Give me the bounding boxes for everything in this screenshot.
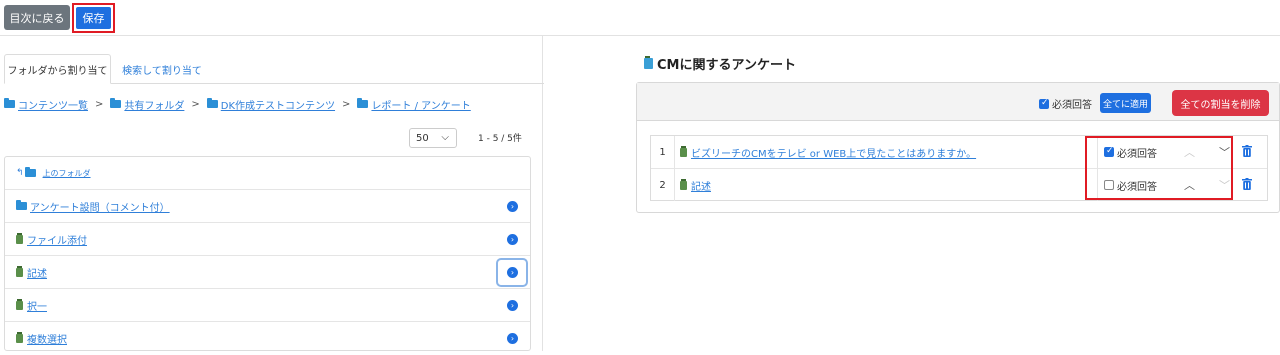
back-to-contents-button[interactable]: 目次に戻る [4, 5, 70, 30]
list-item-link[interactable]: 記述 [27, 265, 47, 280]
clipboard-icon [680, 145, 687, 157]
list-item: 択一 › [5, 289, 530, 322]
save-highlight: 保存 [72, 3, 115, 33]
clipboard-icon [16, 232, 23, 244]
up-folder-row[interactable]: ↰ 上のフォルダ [5, 157, 530, 190]
folder-icon [16, 200, 27, 210]
tab-assign-by-search[interactable]: 検索して割り当て [112, 54, 212, 84]
up-folder-link[interactable]: 上のフォルダ [43, 168, 91, 179]
assign-tabs: フォルダから割り当て 検索して割り当て [4, 54, 544, 84]
list-item: 複数選択 › [5, 322, 530, 355]
page-title: CMに関するアンケート [644, 54, 796, 73]
question-text: ビズリーチのCMをテレビ or WEB上で見たことはありますか。 [680, 136, 976, 168]
clipboard-icon [16, 265, 23, 277]
apply-all-button[interactable]: 全てに適用 [1100, 93, 1151, 113]
save-button[interactable]: 保存 [76, 7, 111, 29]
list-item: ファイル添付 › [5, 223, 530, 256]
clipboard-icon [680, 178, 687, 190]
trash-icon[interactable] [1242, 178, 1252, 190]
assign-panel: フォルダから割り当て 検索して割り当て コンテンツ一覧 > 共有フォルダ > D… [0, 36, 544, 351]
delete-all-assignments-button[interactable]: 全ての割当を削除 [1172, 90, 1269, 116]
folder-icon [206, 98, 218, 108]
list-item-link[interactable]: ファイル添付 [27, 232, 87, 247]
breadcrumb-report-survey[interactable]: レポート / アンケート [357, 97, 471, 112]
required-controls-highlight [1085, 136, 1233, 200]
breadcrumb: コンテンツ一覧 > 共有フォルダ > DK作成テストコンテンツ > レポート /… [4, 96, 471, 112]
card-header: 必須回答 全てに適用 全ての割当を削除 [637, 83, 1279, 121]
clipboard-icon [644, 56, 653, 69]
clipboard-icon [16, 332, 23, 343]
arrow-right-circle-icon[interactable]: › [507, 234, 518, 245]
up-arrow-icon: ↰ [16, 168, 24, 178]
breadcrumb-separator: > [342, 98, 351, 110]
breadcrumb-separator: > [191, 98, 200, 110]
folder-icon [110, 98, 122, 108]
breadcrumb-separator: > [95, 98, 104, 110]
list-item: アンケート設問（コメント付） › [5, 190, 530, 223]
question-text: 記述 [680, 169, 711, 201]
question-link[interactable]: ビズリーチのCMをテレビ or WEB上で見たことはありますか。 [691, 145, 976, 160]
arrow-right-circle-icon[interactable]: › [507, 267, 518, 278]
chevron-down-icon: ⌵ [441, 132, 449, 143]
breadcrumb-shared-folder[interactable]: 共有フォルダ [110, 97, 184, 112]
required-all-checkbox[interactable]: 必須回答 [1039, 96, 1092, 111]
folder-icon [24, 167, 36, 177]
breadcrumb-contents[interactable]: コンテンツ一覧 [4, 97, 88, 112]
per-page-select[interactable]: 50 ⌵ [409, 128, 457, 148]
arrow-right-circle-icon[interactable]: › [507, 333, 518, 344]
result-count: 1 - 5 / 5件 [478, 134, 522, 144]
question-link[interactable]: 記述 [691, 178, 711, 193]
checkbox-checked-icon [1039, 98, 1049, 109]
list-item-link[interactable]: 複数選択 [27, 331, 67, 346]
list-item-link[interactable]: アンケート設問（コメント付） [30, 199, 170, 214]
folder-icon [4, 98, 15, 108]
question-number: 1 [651, 136, 675, 168]
arrow-right-circle-icon[interactable]: › [507, 300, 518, 311]
folder-icon [357, 98, 369, 108]
list-item-link[interactable]: 択一 [27, 298, 47, 313]
required-label: 必須回答 [1052, 100, 1092, 111]
page-title-text: CMに関するアンケート [657, 58, 796, 73]
arrow-right-circle-icon[interactable]: › [507, 201, 518, 212]
content-list: ↰ 上のフォルダ アンケート設問（コメント付） › ファイル添付 › 記述 › … [4, 156, 531, 351]
per-page-value: 50 [416, 132, 429, 144]
list-item: 記述 › [5, 256, 530, 289]
clipboard-icon [16, 298, 23, 310]
toolbar: 目次に戻る 保存 [0, 0, 1280, 36]
breadcrumb-dk-test[interactable]: DK作成テストコンテンツ [206, 97, 335, 112]
tab-assign-from-folder[interactable]: フォルダから割り当て [4, 54, 111, 84]
question-number: 2 [651, 169, 675, 201]
trash-icon[interactable] [1242, 145, 1252, 157]
